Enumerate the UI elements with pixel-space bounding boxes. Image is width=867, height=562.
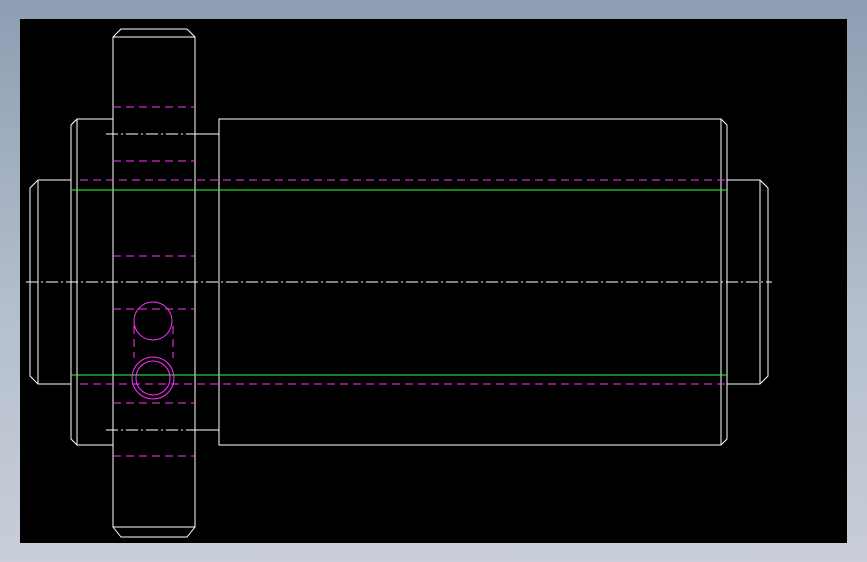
cad-viewport[interactable]	[20, 19, 847, 543]
neck-bottom	[195, 429, 220, 445]
flange-collar	[112, 28, 196, 538]
outline-layer	[29, 28, 769, 538]
cross-hole-lower-inner	[135, 360, 171, 396]
drawing-canvas	[26, 28, 772, 538]
cross-hole-upper	[133, 301, 173, 341]
neck-top	[195, 119, 220, 135]
cross-hole-lower	[131, 356, 175, 400]
